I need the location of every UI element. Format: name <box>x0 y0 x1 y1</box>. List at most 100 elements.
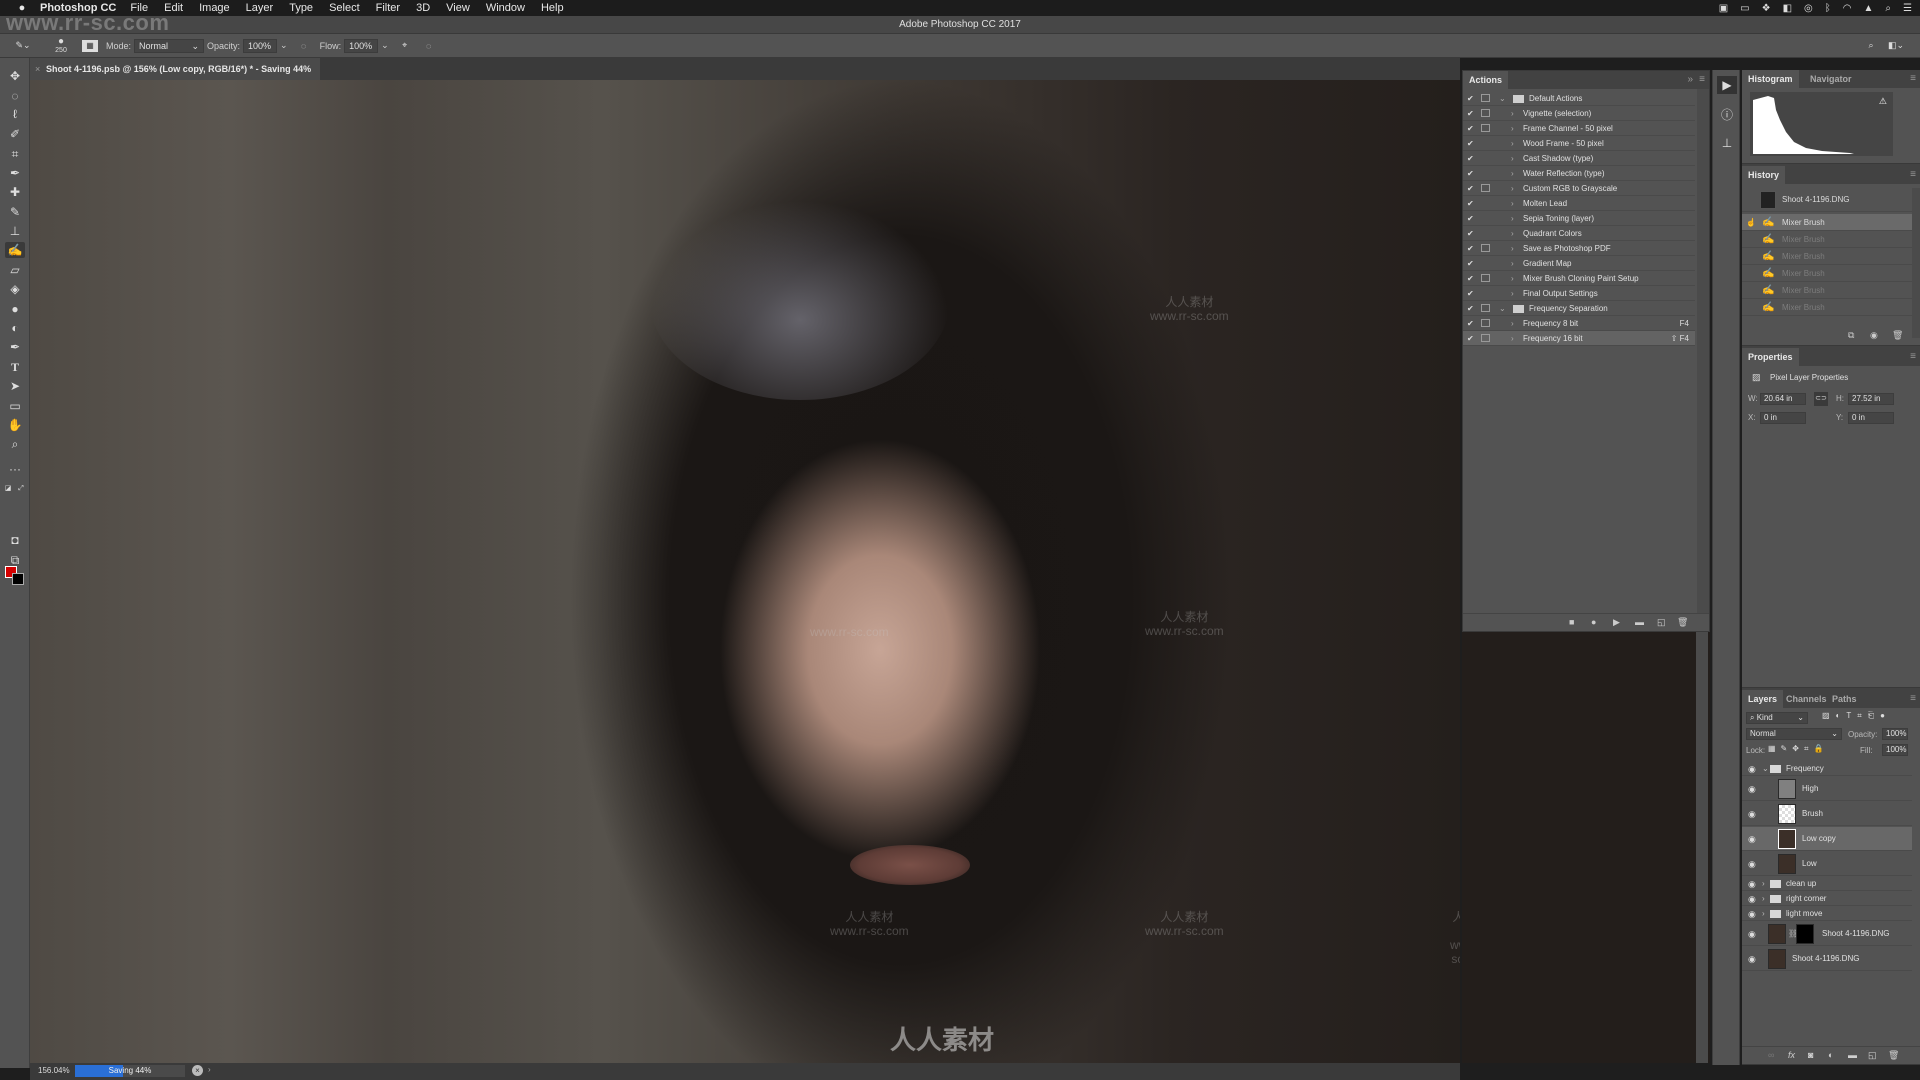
canvas-vertical-scrollbar[interactable] <box>1696 632 1708 1063</box>
menu-window[interactable]: Window <box>486 2 525 14</box>
new-set-icon[interactable]: ▬ <box>1635 617 1644 627</box>
status-menu-chevron-icon[interactable]: › <box>208 1065 211 1074</box>
stop-icon[interactable]: ■ <box>1569 617 1574 627</box>
visibility-eye-icon[interactable]: ◉ <box>1748 762 1756 776</box>
play-icon[interactable]: ▶ <box>1613 617 1620 628</box>
history-scrollbar[interactable] <box>1912 188 1920 338</box>
document-tab[interactable]: × Shoot 4-1196.psb @ 156% (Low copy, RGB… <box>30 58 320 80</box>
expand-chevron-icon[interactable]: › <box>1511 226 1514 241</box>
visibility-eye-icon[interactable]: ◉ <box>1748 922 1756 946</box>
pressure-opacity-icon[interactable]: ◌ <box>296 41 312 51</box>
paint-bucket-tool-icon[interactable]: ◈ <box>5 281 25 297</box>
history-state[interactable]: ✍ Mixer Brush <box>1742 265 1912 282</box>
expand-chevron-icon[interactable]: › <box>1511 241 1514 256</box>
layer-row[interactable]: ◉ ⛓ Shoot 4-1196.DNG <box>1742 922 1912 946</box>
battery-icon[interactable]: ▭ <box>1740 3 1749 14</box>
lasso-tool-icon[interactable]: ℓ <box>5 106 25 122</box>
toggle-item-checkmark-icon[interactable]: ✔ <box>1467 181 1474 196</box>
tab-histogram[interactable]: Histogram <box>1742 70 1799 88</box>
action-set[interactable]: ✔ ⌄ Default Actions <box>1463 91 1695 106</box>
new-group-icon[interactable]: ▬ <box>1848 1050 1857 1060</box>
airbrush-icon[interactable]: ⌖ <box>397 40 413 51</box>
expand-chevron-icon[interactable]: › <box>1511 121 1514 136</box>
new-snapshot-icon[interactable]: ◉ <box>1870 330 1878 341</box>
crop-tool-icon[interactable]: ⌗ <box>5 146 25 162</box>
menu-select[interactable]: Select <box>329 2 360 14</box>
history-state[interactable]: ☝ ✍ Mixer Brush <box>1742 214 1912 231</box>
new-action-icon[interactable]: ◱ <box>1657 617 1666 628</box>
screen-record-icon[interactable]: ▣ <box>1719 3 1728 14</box>
expand-chevron-icon[interactable]: › <box>1511 166 1514 181</box>
y-field[interactable]: 0 in <box>1848 412 1894 424</box>
layer-row[interactable]: ◉ High <box>1742 777 1912 801</box>
document-canvas[interactable]: 人人素材 www.rr-sc.com 人人素材 www.rr-sc.com www.… <box>30 80 1460 1063</box>
display-icon[interactable]: ◧ <box>1783 3 1792 14</box>
delete-icon[interactable]: 🗑 <box>1677 617 1688 628</box>
panel-menu-icon[interactable]: ≡ <box>1910 169 1916 180</box>
action-item[interactable]: ✔ › Final Output Settings <box>1463 286 1695 301</box>
delete-layer-icon[interactable]: 🗑 <box>1888 1050 1899 1061</box>
visibility-eye-icon[interactable]: ◉ <box>1748 827 1756 851</box>
layer-row[interactable]: ◉ Shoot 4-1196.DNG <box>1742 947 1912 971</box>
fill-field[interactable]: 100% <box>1882 744 1908 756</box>
panel-menu-icon[interactable]: ≡ <box>1910 73 1916 84</box>
height-field[interactable]: 27.52 in <box>1848 393 1894 405</box>
expand-chevron-icon[interactable]: › <box>1511 136 1514 151</box>
toggle-item-checkmark-icon[interactable]: ✔ <box>1467 151 1474 166</box>
toggle-item-checkmark-icon[interactable]: ✔ <box>1467 256 1474 271</box>
brush-preset-picker[interactable]: ● 250 <box>46 36 76 55</box>
default-colors-icon[interactable]: ◪ <box>3 481 13 497</box>
mode-select[interactable]: Normal ⌄ <box>134 38 205 53</box>
layer-filter-icons[interactable]: ▨◐T⌗⎗● <box>1822 711 1891 721</box>
menu-image[interactable]: Image <box>199 2 230 14</box>
link-dimensions-icon[interactable]: ⊂⊃ <box>1814 392 1828 406</box>
info-icon[interactable]: ⓘ <box>1717 106 1737 124</box>
layer-opacity-field[interactable]: 100% <box>1882 728 1908 740</box>
action-item[interactable]: ✔ › Cast Shadow (type) <box>1463 151 1695 166</box>
expand-chevron-icon[interactable]: › <box>1511 181 1514 196</box>
expand-chevron-icon[interactable]: › <box>1511 151 1514 166</box>
menu-type[interactable]: Type <box>289 2 313 14</box>
marquee-tool-icon[interactable]: ◌ <box>5 88 25 104</box>
toggle-dialog-icon[interactable] <box>1481 244 1490 252</box>
toggle-item-checkmark-icon[interactable]: ✔ <box>1467 241 1474 256</box>
toggle-item-checkmark-icon[interactable]: ✔ <box>1467 106 1474 121</box>
visibility-eye-icon[interactable]: ◉ <box>1748 877 1756 891</box>
mixer-brush-tool-icon[interactable]: ✍ <box>5 242 25 258</box>
wifi-icon[interactable]: ◠ <box>1843 3 1852 14</box>
toggle-item-checkmark-icon[interactable]: ✔ <box>1467 136 1474 151</box>
action-item[interactable]: ✔ › Quadrant Colors <box>1463 226 1695 241</box>
expand-chevron-icon[interactable]: › <box>1511 286 1514 301</box>
opacity-dropdown-icon[interactable]: ⌄ <box>280 40 288 51</box>
toggle-item-checkmark-icon[interactable]: ✔ <box>1467 211 1474 226</box>
layer-mask-thumbnail[interactable] <box>1796 924 1814 944</box>
expand-chevron-icon[interactable]: › <box>1511 331 1514 346</box>
visibility-eye-icon[interactable]: ◉ <box>1748 852 1756 876</box>
brush-panel-toggle-icon[interactable]: ▦ <box>82 39 98 52</box>
toggle-dialog-icon[interactable] <box>1481 124 1490 132</box>
toggle-dialog-icon[interactable] <box>1481 319 1490 327</box>
layer-row[interactable]: ◉ Low <box>1742 852 1912 876</box>
toggle-item-checkmark-icon[interactable]: ✔ <box>1467 286 1474 301</box>
visibility-eye-icon[interactable]: ◉ <box>1748 777 1756 801</box>
clone-source-icon[interactable]: ⊥ <box>1717 134 1737 152</box>
search-icon[interactable]: ⌕ <box>1864 40 1878 51</box>
expand-chevron-icon[interactable]: › <box>1511 106 1514 121</box>
action-item[interactable]: ✔ › Molten Lead <box>1463 196 1695 211</box>
toggle-item-checkmark-icon[interactable]: ✔ <box>1467 166 1474 181</box>
toggle-item-checkmark-icon[interactable]: ✔ <box>1467 226 1474 241</box>
history-state[interactable]: ✍ Mixer Brush <box>1742 299 1912 316</box>
fx-icon[interactable]: fx <box>1788 1050 1795 1060</box>
actions-panel-play-icon[interactable]: ▶ <box>1717 76 1737 94</box>
toggle-dialog-icon[interactable] <box>1481 184 1490 192</box>
expand-chevron-icon[interactable]: › <box>1511 211 1514 226</box>
toggle-item-checkmark-icon[interactable]: ✔ <box>1467 301 1474 316</box>
flow-field[interactable]: 100% <box>344 38 379 53</box>
expand-chevron-icon[interactable]: › <box>1511 271 1514 286</box>
record-icon[interactable]: ● <box>1591 617 1596 627</box>
dodge-tool-icon[interactable]: ◐ <box>5 320 25 336</box>
group-chevron-icon[interactable]: ⌄ <box>1762 762 1769 776</box>
bluetooth-icon[interactable]: ᛒ <box>1825 3 1831 14</box>
tab-properties[interactable]: Properties <box>1742 348 1799 366</box>
expand-chevron-icon[interactable]: ⌄ <box>1499 301 1506 316</box>
